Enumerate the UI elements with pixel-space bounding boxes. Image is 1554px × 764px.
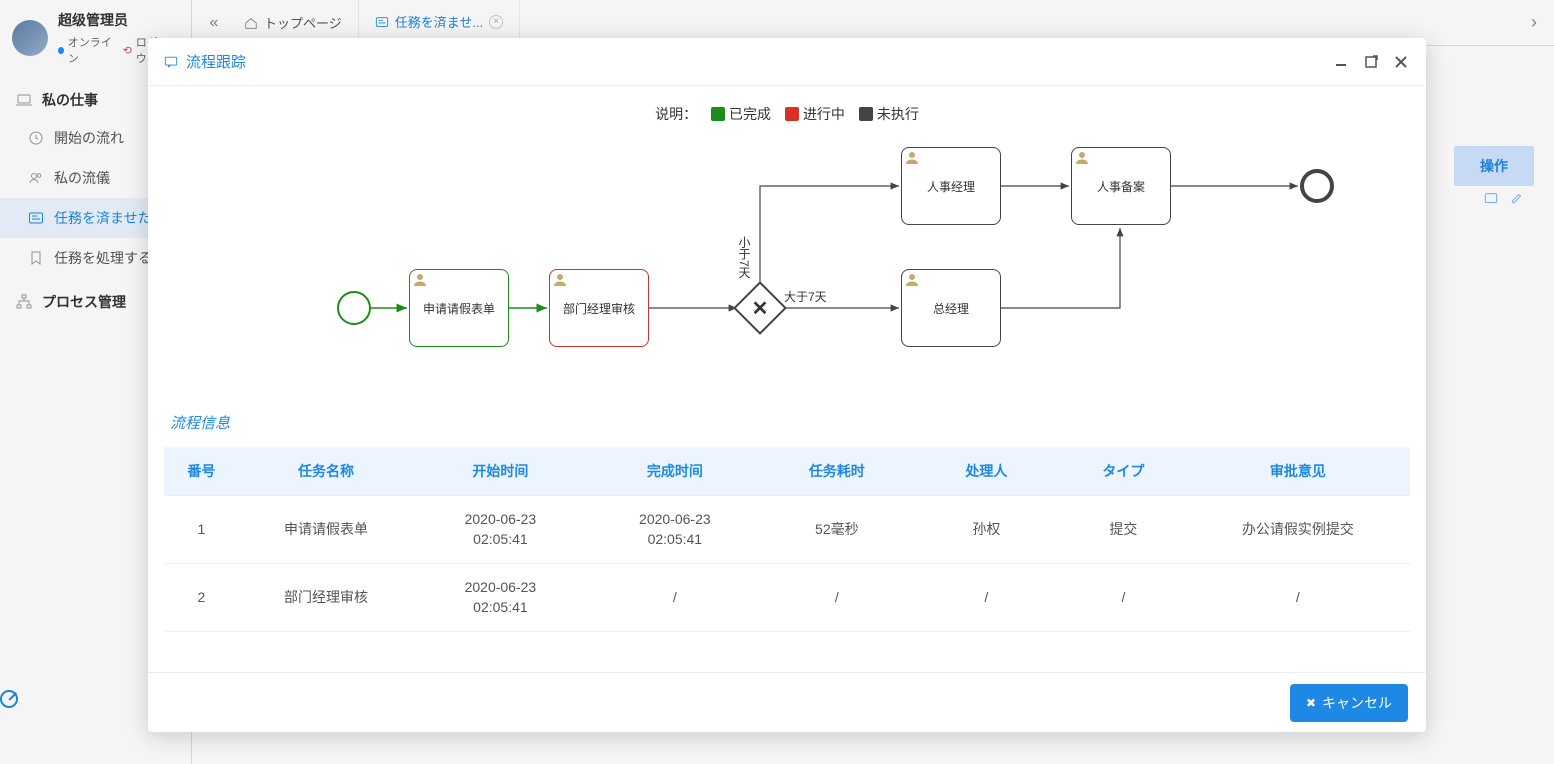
- process-info-table: 番号 任务名称 开始时间 完成时间 任务耗时 处理人 タイプ 审批意见 1 申请…: [164, 447, 1410, 632]
- start-node: [337, 291, 371, 325]
- edge-label-gt7: 大于7天: [784, 288, 827, 305]
- table-row: 1 申请请假表单 2020-06-23 02:05:41 2020-06-23 …: [164, 496, 1410, 564]
- modal-footer: ✖ キャンセル: [148, 672, 1426, 732]
- col-no: 番号: [164, 447, 239, 496]
- col-task: 任务名称: [239, 447, 413, 496]
- user-badge-icon: [904, 272, 922, 290]
- node-hr-file: 人事备案: [1071, 147, 1171, 225]
- edge-label-lt7: 小于7天: [736, 236, 753, 279]
- col-type: タイプ: [1061, 447, 1186, 496]
- node-dept: 部门经理审核: [549, 269, 649, 347]
- table-header-row: 番号 任务名称 开始时间 完成时间 任务耗时 处理人 タイプ 审批意见: [164, 447, 1410, 496]
- node-general-manager: 总经理: [901, 269, 1001, 347]
- swatch-progress: [785, 107, 799, 121]
- process-trace-modal: 流程跟踪 说明： 已完成 进行中 未执行: [148, 38, 1426, 732]
- swatch-done: [711, 107, 725, 121]
- process-diagram: 申请请假表单 部门经理审核 ✕ 人事经理 总经理: [164, 138, 1410, 398]
- user-badge-icon: [904, 150, 922, 168]
- user-badge-icon: [552, 272, 570, 290]
- col-dur: 任务耗时: [762, 447, 912, 496]
- modal-maximize-button[interactable]: [1362, 54, 1380, 70]
- col-comment: 审批意见: [1186, 447, 1410, 496]
- modal-title: 流程跟踪: [164, 51, 246, 72]
- legend-label: 说明：: [655, 106, 697, 122]
- modal-minimize-button[interactable]: [1332, 54, 1350, 70]
- cancel-button[interactable]: ✖ キャンセル: [1290, 684, 1408, 722]
- legend: 说明： 已完成 进行中 未执行: [164, 98, 1410, 138]
- close-icon: ✖: [1306, 696, 1316, 710]
- user-badge-icon: [412, 272, 430, 290]
- col-start: 开始时间: [413, 447, 587, 496]
- col-end: 完成时间: [588, 447, 762, 496]
- table-row: 2 部门经理审核 2020-06-23 02:05:41 / / / / /: [164, 564, 1410, 632]
- swatch-pending: [859, 107, 873, 121]
- node-form: 申请请假表单: [409, 269, 509, 347]
- end-node: [1300, 169, 1334, 203]
- user-badge-icon: [1074, 150, 1092, 168]
- col-owner: 处理人: [912, 447, 1062, 496]
- modal-header: 流程跟踪: [148, 38, 1426, 86]
- dialog-icon: [164, 55, 178, 69]
- node-hr-manager: 人事经理: [901, 147, 1001, 225]
- section-title-process-info: 流程信息: [164, 398, 1410, 447]
- modal-close-button[interactable]: [1392, 54, 1410, 70]
